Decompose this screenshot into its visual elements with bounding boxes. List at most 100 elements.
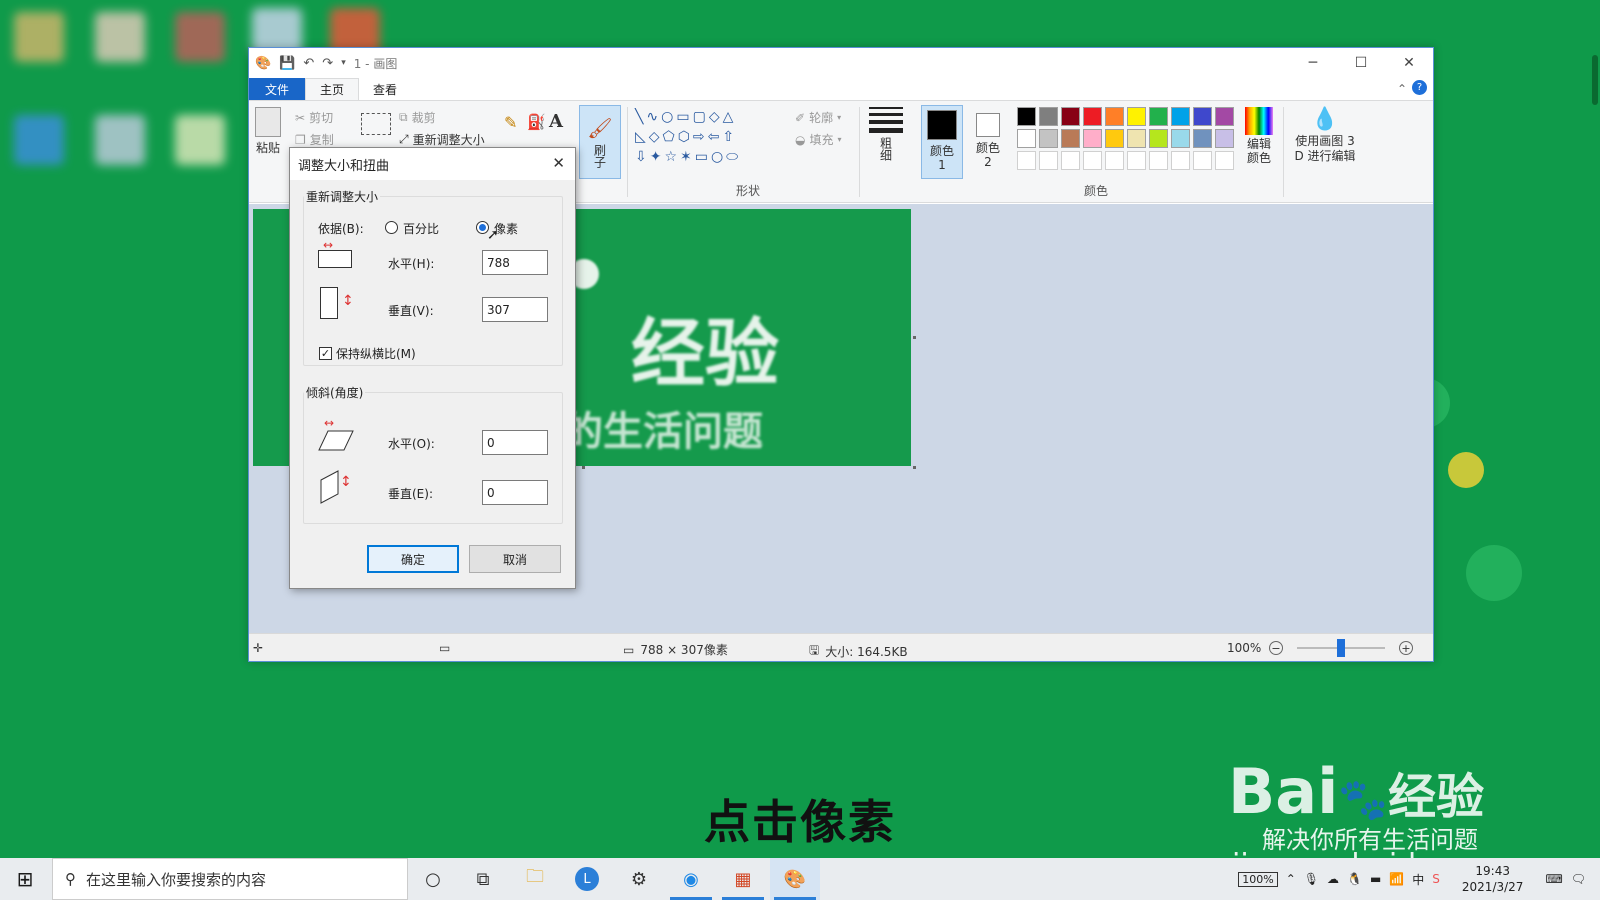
resize-handle[interactable] — [913, 466, 916, 469]
paint-app-icon[interactable]: 🎨 — [255, 56, 271, 71]
keep-ratio-checkbox[interactable]: ✓ — [319, 347, 332, 360]
battery-icon[interactable]: ▬ — [1370, 872, 1381, 886]
color1-button[interactable]: 颜色 1 — [921, 105, 963, 179]
palette-color-swatch[interactable] — [1083, 151, 1102, 170]
resize-button[interactable]: ⤢ 重新调整大小 — [399, 131, 485, 148]
paint3d-button[interactable]: 💧 使用画图 3 D 进行编辑 — [1289, 107, 1361, 164]
save-icon[interactable]: 💾 — [279, 56, 295, 71]
show-hidden-icons[interactable]: ⌃ — [1286, 872, 1296, 886]
palette-color-swatch[interactable] — [1017, 129, 1036, 148]
palette-color-swatch[interactable] — [1083, 107, 1102, 126]
palette-color-swatch[interactable] — [1039, 129, 1058, 148]
palette-color-swatch[interactable] — [1171, 129, 1190, 148]
resize-handle[interactable] — [582, 466, 585, 469]
file-explorer-icon[interactable]: 🗀 — [510, 858, 560, 900]
shape-line-icon[interactable]: ╲∿○▭▢◇△ — [635, 109, 736, 125]
sogou-icon[interactable]: S — [1432, 872, 1440, 886]
tab-file[interactable]: 文件 — [249, 78, 305, 100]
start-button[interactable]: ⊞ — [0, 858, 50, 900]
settings-gear-icon[interactable]: ⚙ — [614, 858, 664, 900]
desktop-icon[interactable] — [175, 115, 225, 165]
zoom-in-button[interactable]: + — [1399, 641, 1413, 655]
palette-color-swatch[interactable] — [1127, 151, 1146, 170]
percent-label[interactable]: 百分比 — [403, 220, 439, 237]
tab-view[interactable]: 查看 — [359, 78, 411, 100]
skew-horizontal-input[interactable] — [482, 430, 548, 455]
undo-icon[interactable]: ↶ — [303, 56, 314, 71]
close-button[interactable]: ✕ — [1385, 48, 1433, 78]
zoom-slider-thumb[interactable] — [1337, 639, 1345, 657]
shapes-gallery[interactable]: ╲∿○▭▢◇△ ◺◇⬠⬡⇨⇦⇧ ⇩✦☆✶▭○⬭ — [635, 107, 785, 171]
microphone-icon[interactable]: 🎙 — [1304, 872, 1319, 886]
color2-button[interactable]: 颜色 2 — [967, 105, 1009, 179]
collapse-ribbon-icon[interactable]: ⌃ — [1397, 82, 1407, 96]
palette-color-swatch[interactable] — [1215, 129, 1234, 148]
dialog-close-icon[interactable]: ✕ — [552, 154, 565, 172]
battery-indicator[interactable]: 100% — [1238, 871, 1278, 887]
redo-icon[interactable]: ↷ — [322, 56, 333, 71]
keep-ratio-label[interactable]: 保持纵横比(M) — [336, 345, 416, 362]
palette-color-swatch[interactable] — [1083, 129, 1102, 148]
minimize-button[interactable]: ─ — [1289, 48, 1337, 78]
notification-icon[interactable]: 🗨 — [1571, 872, 1586, 886]
taskbar-search[interactable]: ⚲ 在这里输入你要搜索的内容 — [52, 858, 408, 900]
outline-button[interactable]: ✐ 轮廓 ▾ — [795, 109, 841, 126]
palette-color-swatch[interactable] — [1105, 129, 1124, 148]
palette-color-swatch[interactable] — [1127, 107, 1146, 126]
palette-color-swatch[interactable] — [1039, 107, 1058, 126]
browser-icon[interactable]: ◉ — [666, 858, 716, 900]
wifi-icon[interactable]: 📶 — [1389, 872, 1404, 886]
palette-color-swatch[interactable] — [1017, 151, 1036, 170]
cancel-button[interactable]: 取消 — [469, 545, 561, 573]
app-l-icon[interactable]: L — [562, 858, 612, 900]
crop-button[interactable]: ⧉ 裁剪 — [399, 109, 436, 126]
scrollbar[interactable] — [1592, 55, 1598, 105]
shape-star-icon[interactable]: ⇩✦☆✶▭○⬭ — [635, 149, 741, 165]
shape-rect-icon[interactable]: ◺◇⬠⬡⇨⇦⇧ — [635, 129, 737, 145]
copy-button[interactable]: ❐ 复制 — [295, 131, 334, 148]
pencil-icon[interactable]: ✎ — [504, 113, 517, 132]
select-button[interactable] — [361, 113, 391, 135]
task-view-icon[interactable]: ⧉ — [458, 858, 508, 900]
resize-handle[interactable] — [913, 336, 916, 339]
palette-color-swatch[interactable] — [1061, 107, 1080, 126]
skew-vertical-input[interactable] — [482, 480, 548, 505]
brush-button[interactable]: 🖌 刷子 — [579, 105, 621, 179]
customize-arrow-icon[interactable]: ▾ — [341, 58, 346, 68]
text-icon[interactable]: A — [549, 111, 563, 132]
desktop-icon[interactable] — [14, 115, 64, 165]
size-button[interactable]: 粗细 — [869, 107, 903, 161]
palette-color-swatch[interactable] — [1171, 151, 1190, 170]
ok-button[interactable]: 确定 — [367, 545, 459, 573]
desktop-icon[interactable] — [175, 12, 225, 62]
palette-color-swatch[interactable] — [1127, 129, 1146, 148]
cut-button[interactable]: ✂ 剪切 — [295, 109, 333, 126]
clock[interactable]: 19:43 2021/3/27 — [1462, 863, 1524, 895]
tab-home[interactable]: 主页 — [305, 78, 360, 100]
palette-color-swatch[interactable] — [1193, 129, 1212, 148]
paint-taskbar-icon[interactable]: 🎨 — [770, 858, 820, 900]
qq-icon[interactable]: 🐧 — [1347, 872, 1362, 886]
desktop-icon[interactable] — [95, 115, 145, 165]
ime-icon[interactable]: 中 — [1412, 871, 1424, 888]
palette-color-swatch[interactable] — [1171, 107, 1190, 126]
zoom-out-button[interactable]: − — [1269, 641, 1283, 655]
palette-color-swatch[interactable] — [1017, 107, 1036, 126]
palette-color-swatch[interactable] — [1215, 107, 1234, 126]
palette-color-swatch[interactable] — [1039, 151, 1058, 170]
paste-button[interactable]: 粘贴 — [255, 107, 281, 156]
desktop-icon[interactable] — [95, 12, 145, 62]
palette-color-swatch[interactable] — [1149, 129, 1168, 148]
edit-colors-button[interactable]: 编辑颜色 — [1239, 107, 1279, 165]
palette-color-swatch[interactable] — [1061, 129, 1080, 148]
palette-color-swatch[interactable] — [1215, 151, 1234, 170]
palette-color-swatch[interactable] — [1193, 151, 1212, 170]
help-icon[interactable]: ? — [1412, 80, 1427, 95]
horizontal-input[interactable] — [482, 250, 548, 275]
fill-button[interactable]: ◒ 填充 ▾ — [795, 131, 842, 148]
palette-color-swatch[interactable] — [1105, 151, 1124, 170]
palette-color-swatch[interactable] — [1193, 107, 1212, 126]
palette-color-swatch[interactable] — [1149, 107, 1168, 126]
desktop-icon[interactable] — [14, 12, 64, 62]
cloud-icon[interactable]: ☁ — [1327, 872, 1339, 886]
